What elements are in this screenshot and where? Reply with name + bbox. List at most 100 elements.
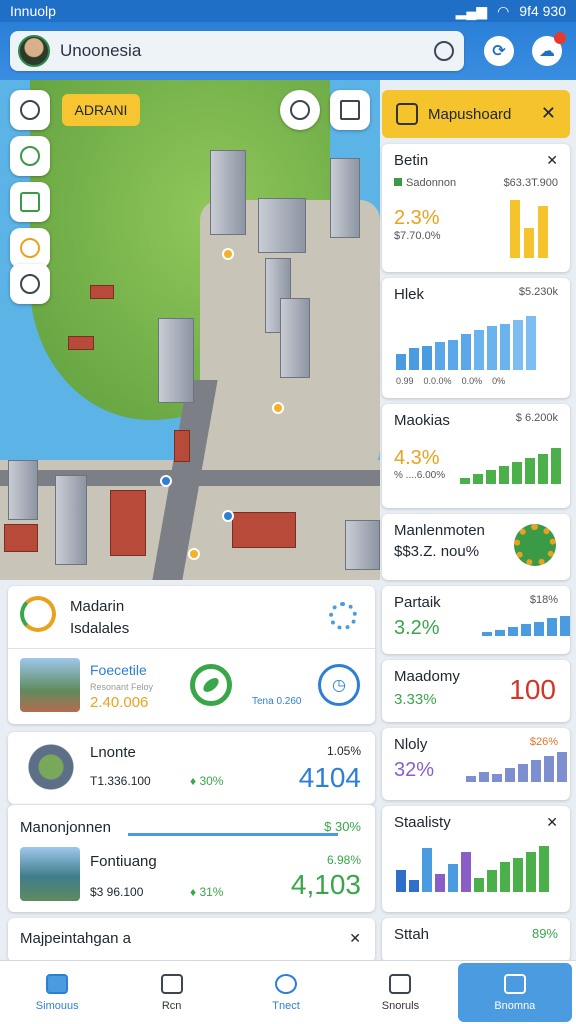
card-value: $63.3T.900 xyxy=(503,177,558,189)
search-field[interactable]: Unoonesia xyxy=(10,31,464,71)
dashboard-title: Mapushoard xyxy=(428,105,512,123)
tower xyxy=(158,318,194,403)
house xyxy=(174,430,190,462)
carrier-label: Innuolp xyxy=(10,3,56,19)
stat-card-staalisty[interactable]: Staalisty ✕ xyxy=(382,806,570,912)
nav-explore[interactable]: Tnect xyxy=(229,961,343,1024)
city-map[interactable]: ADRANI xyxy=(0,80,380,580)
pointer-icon xyxy=(290,100,310,120)
nav-calendar[interactable]: Rcn xyxy=(114,961,228,1024)
clock-icon: ◷ xyxy=(332,677,346,694)
card-title: Sttah xyxy=(394,926,430,943)
card-majpeintahgan[interactable]: Majpeintahgan a ✕ xyxy=(8,918,375,962)
leaf-button[interactable] xyxy=(190,664,232,706)
leaf-button[interactable] xyxy=(10,136,50,176)
house xyxy=(90,285,114,299)
bar-chart xyxy=(466,752,567,782)
bar-chart xyxy=(460,448,561,484)
stat-card-sttah[interactable]: Sttah 89% xyxy=(382,918,570,962)
card-manonjonnen[interactable]: Manonjonnen $ 30% Fontiuang $3 96.100 ♦ … xyxy=(8,804,375,912)
nav-active[interactable]: Bnomna xyxy=(457,963,573,1022)
grid-button[interactable] xyxy=(330,90,370,130)
refresh-icon[interactable] xyxy=(434,41,454,61)
card-lnonte[interactable]: Lnonte T1.336.100 ♦ 30% 1.05% 4104 xyxy=(8,732,375,804)
house xyxy=(4,524,38,552)
card-sub: Isdalales xyxy=(70,620,130,637)
stat-card-manlenmoten[interactable]: Manlenmoten $$3.Z. nou% xyxy=(382,514,570,580)
card-title: Madarin xyxy=(70,598,125,615)
tower xyxy=(210,150,246,235)
progress-bar xyxy=(128,833,338,836)
item-note: Tena 0.260 xyxy=(252,696,302,707)
tower xyxy=(8,460,38,520)
mail-icon xyxy=(389,973,412,994)
stat-card-maadomy[interactable]: Maadomy 3.33% 100 xyxy=(382,660,570,722)
nav-messages[interactable]: Snoruls xyxy=(343,961,457,1024)
card-title: Hlek xyxy=(394,286,425,303)
card-value: 89% xyxy=(531,926,558,941)
place-thumbnail[interactable] xyxy=(20,847,80,901)
stat-card-betin[interactable]: Betin ✕ Sadonnon $63.3T.900 2.3% $7.70.0% xyxy=(382,144,570,272)
card-title: Betin xyxy=(394,152,429,169)
avatar[interactable] xyxy=(18,35,50,67)
item-sub: Resonant Feloy xyxy=(90,682,154,692)
map-pin[interactable] xyxy=(222,248,234,260)
nav-label: Tnect xyxy=(272,999,300,1012)
leaf-icon xyxy=(20,146,40,166)
grid-icon xyxy=(340,100,360,120)
card-title: Majpeintahgan a xyxy=(20,930,131,947)
calendar-icon xyxy=(160,973,183,994)
nav-home[interactable]: Simouus xyxy=(0,961,114,1024)
clock-label: 9f4 930 xyxy=(519,3,566,19)
nav-label: Bnomna xyxy=(494,999,536,1012)
clock-button[interactable]: ◷ xyxy=(318,664,360,706)
bar-chart xyxy=(396,846,549,892)
card-madarin[interactable]: Madarin Isdalales Foecetile Resonant Fel… xyxy=(8,586,375,724)
chart-icon xyxy=(503,973,526,994)
tower xyxy=(258,198,306,253)
place-thumbnail[interactable] xyxy=(20,658,80,712)
card-percent-right: 1.05% xyxy=(326,744,361,758)
close-icon[interactable]: ✕ xyxy=(546,814,558,831)
card-percent: ♦ 31% xyxy=(190,885,224,899)
close-icon[interactable]: ✕ xyxy=(349,930,361,947)
stat-card-partaik[interactable]: Partaik $18% 3.2% xyxy=(382,586,570,654)
filter-chip[interactable]: ADRANI xyxy=(62,94,140,126)
tower xyxy=(330,158,360,238)
stat-card-maokias[interactable]: Maokias $ 6.200k 4.3% % ....6.00% xyxy=(382,404,570,508)
sync-icon[interactable]: ⟳ xyxy=(484,36,514,66)
card-value: $26% xyxy=(529,736,558,748)
notification-icon[interactable]: ☁ xyxy=(532,32,566,66)
house xyxy=(232,512,296,548)
stat-card-nloly[interactable]: Nloly $26% 32% xyxy=(382,728,570,800)
close-icon[interactable]: ✕ xyxy=(546,152,558,169)
layers-button[interactable] xyxy=(10,182,50,222)
nav-label: Snoruls xyxy=(381,999,420,1012)
dashboard-icon xyxy=(396,103,418,125)
map-pin[interactable] xyxy=(222,510,234,522)
cloud-icon xyxy=(20,274,40,294)
cloud-button[interactable] xyxy=(10,264,50,304)
dashboard-header[interactable]: Mapushoard ✕ xyxy=(382,90,570,138)
card-title: Maokias xyxy=(394,412,450,429)
close-icon[interactable]: ✕ xyxy=(541,103,556,124)
card-title: Staalisty xyxy=(394,814,451,831)
chat-icon xyxy=(20,238,40,258)
legend-label: Sadonnon xyxy=(394,177,456,189)
map-pin[interactable] xyxy=(188,548,200,560)
settings-icon[interactable] xyxy=(329,602,357,630)
tower xyxy=(55,475,87,565)
card-title: Lnonte xyxy=(90,744,136,761)
item-value: 2.40.006 xyxy=(90,694,149,711)
card-number: 100 xyxy=(509,674,556,705)
stat-card-hlek[interactable]: Hlek $5.230k 0.99 0.0.0% 0.0% 0% xyxy=(382,278,570,398)
map-pin[interactable] xyxy=(272,402,284,414)
card-value: $ 30% xyxy=(324,819,361,834)
chat-button[interactable] xyxy=(10,228,50,268)
card-number: 4104 xyxy=(298,762,361,793)
locate-button[interactable] xyxy=(10,90,50,130)
map-pin[interactable] xyxy=(160,475,172,487)
pointer-button[interactable] xyxy=(280,90,320,130)
item-title: Foecetile xyxy=(90,662,147,678)
card-value: $ 6.200k xyxy=(515,412,558,424)
